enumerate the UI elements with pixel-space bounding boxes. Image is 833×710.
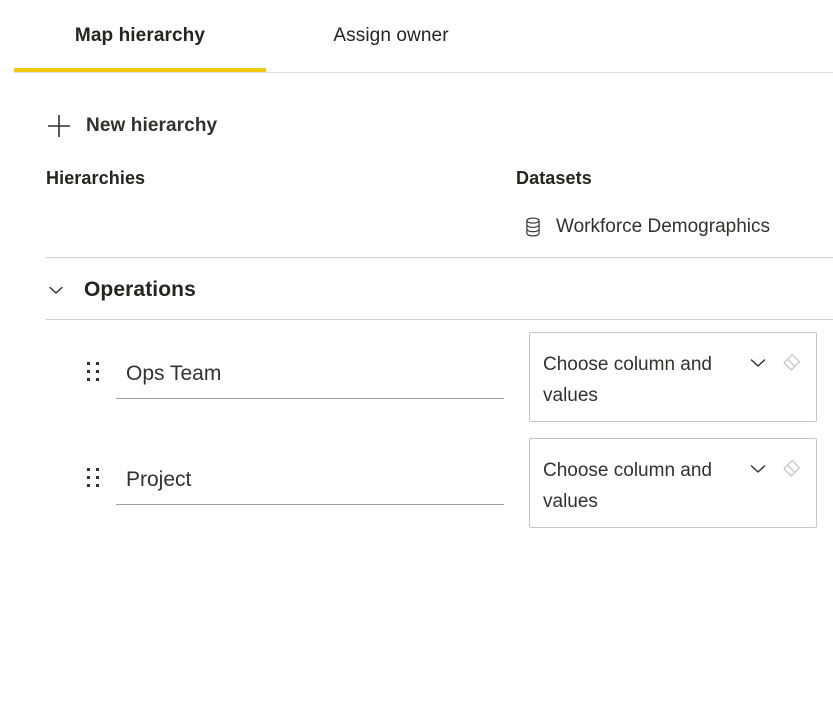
drag-dot bbox=[96, 468, 99, 471]
dataset-name: Workforce Demographics bbox=[556, 214, 770, 240]
tab-assign-owner-label: Assign owner bbox=[333, 24, 448, 48]
drag-dot bbox=[96, 484, 99, 487]
drag-dot bbox=[87, 378, 90, 381]
eraser-icon[interactable] bbox=[779, 457, 803, 481]
new-hierarchy-button[interactable]: New hierarchy bbox=[46, 104, 217, 148]
hierarchy-group-title: Operations bbox=[84, 276, 196, 304]
tab-active-indicator bbox=[14, 68, 266, 72]
column-values-chooser-text: Choose column and values bbox=[543, 455, 743, 517]
plus-icon bbox=[46, 113, 72, 139]
drag-dot bbox=[87, 476, 90, 479]
drag-dot bbox=[87, 370, 90, 373]
chevron-down-icon[interactable] bbox=[747, 352, 769, 374]
column-values-chooser[interactable]: Choose column and values bbox=[529, 332, 817, 422]
dataset-item[interactable]: Workforce Demographics bbox=[522, 212, 770, 242]
hierarchy-group-header-operations[interactable]: Operations bbox=[46, 265, 196, 315]
tab-bar-divider bbox=[14, 72, 833, 73]
drag-handle-icon[interactable] bbox=[85, 362, 101, 382]
column-values-chooser-text: Choose column and values bbox=[543, 349, 743, 411]
chevron-down-icon bbox=[46, 280, 66, 300]
drag-dot bbox=[87, 362, 90, 365]
drag-dot bbox=[96, 362, 99, 365]
level-name-input[interactable] bbox=[116, 355, 504, 399]
drag-dot bbox=[96, 476, 99, 479]
drag-dot bbox=[87, 468, 90, 471]
database-icon bbox=[522, 216, 544, 238]
tab-map-hierarchy[interactable]: Map hierarchy bbox=[14, 0, 266, 72]
drag-dot bbox=[96, 378, 99, 381]
level-name-input[interactable] bbox=[116, 461, 504, 505]
drag-handle-icon[interactable] bbox=[85, 468, 101, 488]
new-hierarchy-label: New hierarchy bbox=[86, 114, 217, 138]
tab-bar: Map hierarchy Assign owner bbox=[0, 0, 833, 73]
drag-dot bbox=[96, 370, 99, 373]
chevron-down-icon[interactable] bbox=[747, 458, 769, 480]
group-separator-bottom bbox=[46, 319, 833, 320]
tab-map-hierarchy-label: Map hierarchy bbox=[75, 24, 205, 48]
datasets-column-heading: Datasets bbox=[516, 166, 592, 190]
tab-assign-owner[interactable]: Assign owner bbox=[266, 0, 516, 72]
eraser-icon[interactable] bbox=[779, 351, 803, 375]
column-values-chooser[interactable]: Choose column and values bbox=[529, 438, 817, 528]
drag-dot bbox=[87, 484, 90, 487]
hierarchies-column-heading: Hierarchies bbox=[46, 166, 145, 190]
group-separator-top bbox=[46, 257, 833, 258]
